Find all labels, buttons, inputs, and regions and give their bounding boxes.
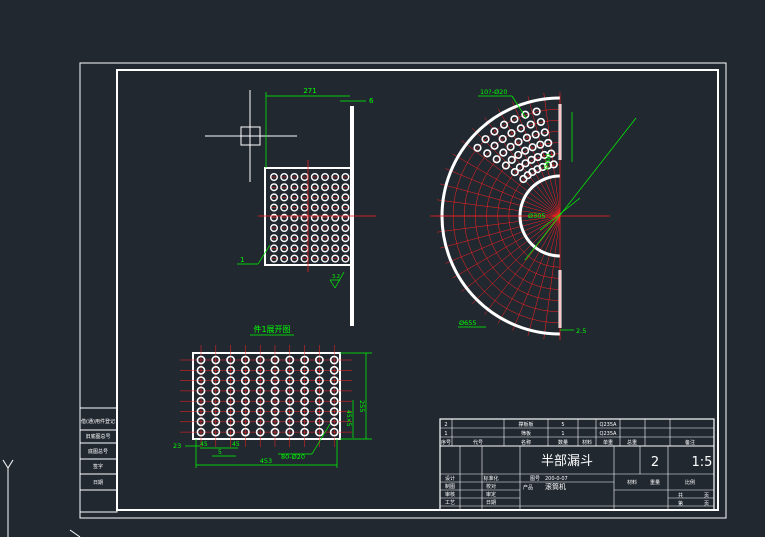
title-block: 2 撑板板 5 Q235A 1 筛板 1 Q235A 序号 代号 名称 数量 材… bbox=[439, 418, 715, 511]
dim-hole: 10?-Ø20 bbox=[480, 88, 507, 96]
side-label-4: 日期 bbox=[93, 480, 103, 486]
dim-pitch-c: 5 bbox=[218, 449, 222, 456]
hdr-remark: 备注 bbox=[685, 439, 695, 446]
sheet-no-unit: 页 bbox=[704, 501, 709, 507]
side-label-3: 签字 bbox=[93, 463, 103, 470]
bom-1-no: 1 bbox=[444, 431, 447, 437]
dim-pitch-b: 45 bbox=[232, 441, 240, 448]
hdr-qty: 数量 bbox=[558, 439, 568, 446]
top-view: 271 6 1 3.2 bbox=[205, 87, 376, 326]
sign-process: 工艺 bbox=[445, 500, 455, 506]
sign-standard: 标准化 bbox=[483, 475, 498, 482]
hdr-no: 序号 bbox=[441, 439, 451, 446]
bom-1-material: Q235A bbox=[600, 431, 617, 437]
ucs-icon bbox=[2, 459, 81, 537]
sign-date: 日期 bbox=[486, 500, 496, 506]
bom-1-name: 筛板 bbox=[521, 430, 531, 437]
stamp-drawing-no-label: 图号 bbox=[530, 476, 540, 482]
semi-view: 10?-Ø20 Ø305 Ø655 2.5 Ø400 bbox=[430, 88, 637, 340]
semi-hole-pattern bbox=[473, 107, 558, 184]
dim-height: 255 bbox=[358, 400, 366, 412]
hdr-total-weight: 总重 bbox=[627, 439, 637, 446]
bom-0-qty: 5 bbox=[561, 422, 564, 428]
sign-check: 校对 bbox=[486, 483, 496, 490]
sheet-total-unit: 页 bbox=[704, 493, 709, 499]
dim-hole-pitch: 45×5 bbox=[345, 410, 352, 427]
flat-hole-grid bbox=[180, 345, 352, 447]
hdr-material: 材料 bbox=[582, 439, 592, 446]
bom-0-material: Q235A bbox=[600, 422, 617, 428]
side-label-0: 借(通)用件登记 bbox=[81, 418, 115, 425]
dim-thickness: 6 bbox=[369, 97, 374, 105]
dim-outer: Ø655 bbox=[459, 319, 477, 327]
dim-holes: 80-Ø20 bbox=[281, 453, 305, 461]
drawing-scale: 1:5 bbox=[692, 455, 713, 470]
side-label-1: 旧底图总号 bbox=[85, 433, 110, 440]
dim-gap: 2.5 bbox=[576, 327, 586, 335]
dim-inner: Ø305 bbox=[528, 212, 546, 220]
hdr-unit-weight: 单重 bbox=[603, 439, 613, 446]
dim-length: 453 bbox=[260, 457, 272, 465]
dim-pitch-a: 45 bbox=[200, 441, 208, 448]
product-name: 滚筒机 bbox=[545, 482, 566, 491]
drawing-number: 200-0-07 bbox=[545, 476, 568, 482]
bom-0-no: 2 bbox=[444, 422, 447, 428]
drawing-quantity: 2 bbox=[651, 455, 659, 470]
bom-1-qty: 1 bbox=[561, 431, 564, 437]
bom-0-name: 撑板板 bbox=[518, 421, 533, 428]
drawing-title: 半部漏斗 bbox=[541, 453, 593, 469]
sign-design: 设计 bbox=[445, 475, 455, 482]
part-label: 1 bbox=[240, 256, 244, 264]
side-label-2: 底图总号 bbox=[88, 448, 108, 455]
sign-draw: 制图 bbox=[445, 483, 455, 490]
rb-weight: 重量 bbox=[650, 479, 660, 486]
sheet-total-label: 共 bbox=[678, 492, 683, 499]
dim-width: 271 bbox=[303, 87, 316, 95]
sign-approve: 审定 bbox=[486, 491, 496, 498]
flat-view: 件1展开图 255 45×5 23 453 45 45 5 80-Ø20 bbox=[173, 324, 372, 468]
side-column: 借(通)用件登记 旧底图总号 底图总号 签字 日期 bbox=[79, 407, 118, 513]
plate-hole-grid bbox=[270, 172, 350, 263]
stamp-product-label: 产品 bbox=[523, 484, 533, 491]
plate-outline bbox=[264, 167, 354, 266]
rb-scale: 比例 bbox=[685, 479, 695, 486]
flat-title: 件1展开图 bbox=[253, 324, 290, 334]
sign-review: 审核 bbox=[445, 491, 455, 498]
roughness-label: 3.2 bbox=[332, 274, 340, 280]
dim-left: 23 bbox=[173, 442, 181, 450]
hdr-code: 代号 bbox=[473, 439, 483, 446]
cad-drawing-canvas[interactable]: 借(通)用件登记 旧底图总号 底图总号 签字 日期 271 6 1 3.2 10… bbox=[0, 0, 765, 537]
hdr-name: 名称 bbox=[521, 439, 531, 446]
rb-material: 材料 bbox=[627, 479, 637, 486]
sheet-no-label: 第 bbox=[678, 500, 683, 507]
